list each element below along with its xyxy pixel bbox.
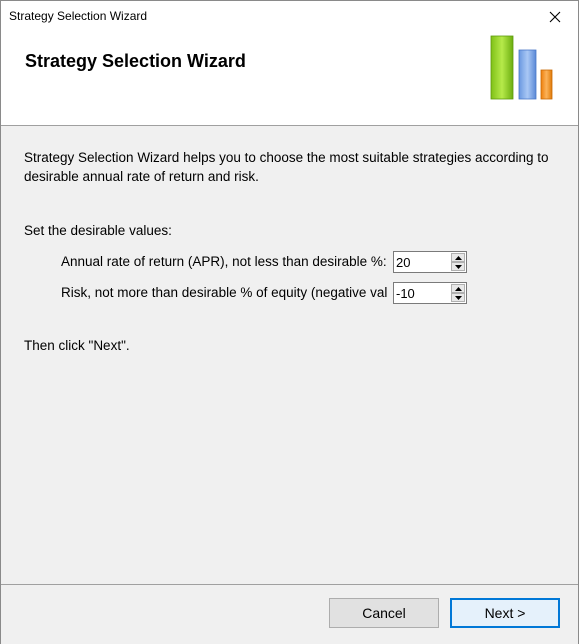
risk-spin-up-button[interactable] xyxy=(451,284,465,293)
next-button[interactable]: Next > xyxy=(450,598,560,628)
apr-spin-up-button[interactable] xyxy=(451,253,465,262)
risk-spin-down-button[interactable] xyxy=(451,293,465,302)
risk-label: Risk, not more than desirable % of equit… xyxy=(61,285,388,300)
wizard-footer: Cancel Next > xyxy=(1,584,578,644)
then-click-next-label: Then click "Next". xyxy=(24,338,130,353)
apr-spinner[interactable] xyxy=(393,251,467,273)
close-icon xyxy=(549,11,561,22)
apr-label: Annual rate of return (APR), not less th… xyxy=(61,254,387,269)
risk-spin-buttons xyxy=(451,284,465,302)
spin-up-icon xyxy=(454,286,462,291)
risk-spinner[interactable] xyxy=(393,282,467,304)
apr-input[interactable] xyxy=(394,252,452,272)
wizard-window: Strategy Selection Wizard Strategy Selec… xyxy=(0,0,579,644)
apr-spin-down-button[interactable] xyxy=(451,262,465,271)
set-values-label: Set the desirable values: xyxy=(24,223,172,238)
wizard-header: Strategy Selection Wizard xyxy=(1,32,578,126)
wizard-content: Strategy Selection Wizard helps you to c… xyxy=(1,126,578,584)
window-title: Strategy Selection Wizard xyxy=(9,9,148,23)
risk-input[interactable] xyxy=(394,283,452,303)
spin-down-icon xyxy=(454,295,462,300)
bar-chart-logo-icon xyxy=(490,35,553,100)
spin-down-icon xyxy=(454,264,462,269)
cancel-button[interactable]: Cancel xyxy=(329,598,439,628)
apr-spin-buttons xyxy=(451,253,465,271)
close-button[interactable] xyxy=(532,1,578,32)
title-bar: Strategy Selection Wizard xyxy=(1,1,578,32)
page-title: Strategy Selection Wizard xyxy=(25,51,246,71)
intro-text: Strategy Selection Wizard helps you to c… xyxy=(24,150,549,184)
spin-up-icon xyxy=(454,255,462,260)
